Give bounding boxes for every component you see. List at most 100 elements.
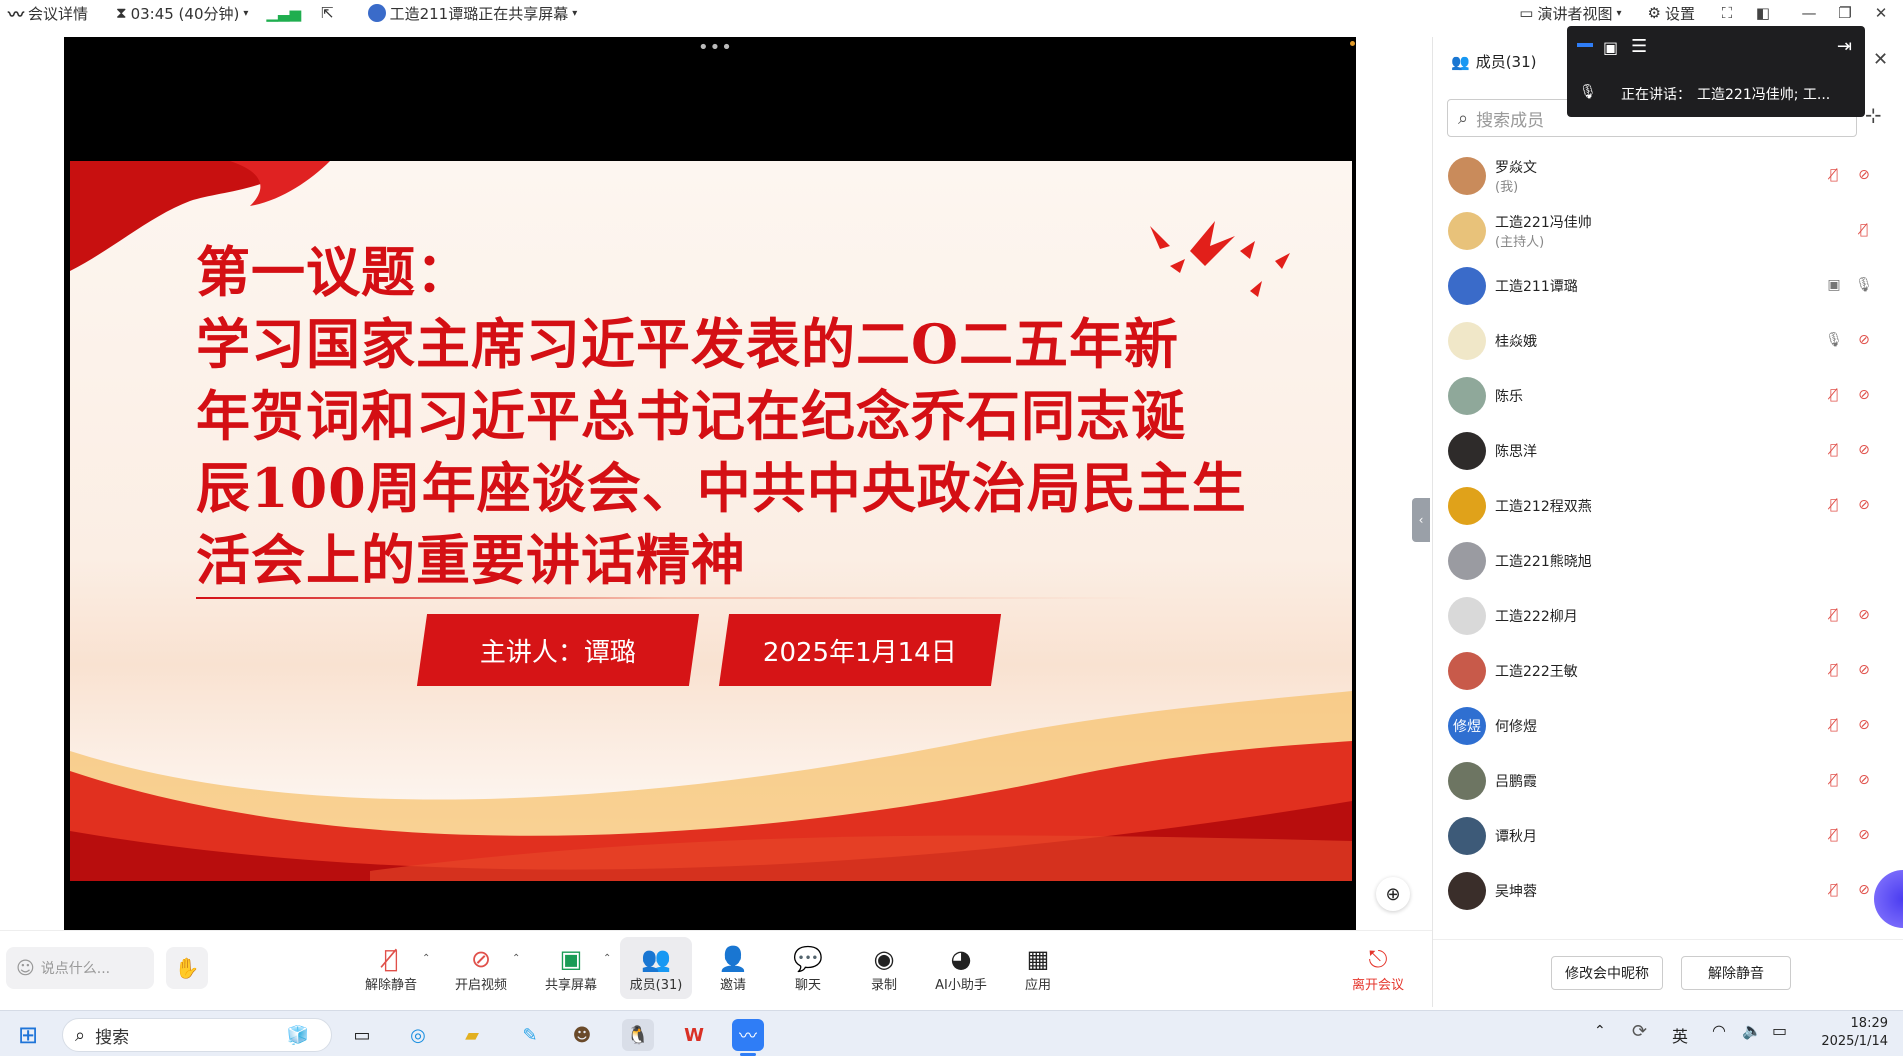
start-video-button[interactable]: ⊘ 开启视频 [445, 937, 517, 999]
apps-button[interactable]: ▦ 应用 [1002, 937, 1074, 999]
close-window-button[interactable]: ✕ [1863, 0, 1899, 26]
clock[interactable]: 18:29 2025/1/14 [1808, 1015, 1888, 1051]
unmute-all-button[interactable]: 解除静音 [1681, 956, 1791, 990]
chat-input[interactable]: ☺ 说点什么... [6, 947, 154, 989]
members-tab[interactable]: 👥 成员(31) [1451, 51, 1536, 72]
minimize-mini-icon[interactable] [1577, 43, 1593, 47]
volume-icon[interactable]: 🔈 [1742, 1021, 1762, 1040]
video-off-icon[interactable]: ⊘ [1855, 166, 1873, 184]
video-off-icon[interactable]: ⊘ [1855, 881, 1873, 899]
sharing-status[interactable]: 工造211谭璐正在共享屏幕 ▾ [367, 3, 577, 24]
member-row[interactable]: 工造221熊晓旭 [1433, 533, 1903, 588]
paint-app-icon[interactable]: ✎ [514, 1019, 546, 1051]
zoom-in-icon[interactable]: ⊕ [1376, 877, 1410, 911]
members-button[interactable]: 👥 成员(31) [620, 937, 692, 999]
shared-screen[interactable]: ••• 第一议题： 学习国家主席习近平发表的二O二五年新 年贺词和习近平总书记在… [64, 37, 1356, 930]
ime-indicator[interactable]: 英 [1672, 1023, 1688, 1047]
minimize-button[interactable]: — [1791, 0, 1827, 26]
unmute-button[interactable]: 🎙̸ 解除静音 [355, 937, 427, 999]
raise-hand-button[interactable]: ✋ [166, 947, 208, 989]
rubiks-cube-icon[interactable]: 🧊 [282, 1019, 314, 1051]
windows-start-icon[interactable]: ⊞ [12, 1019, 44, 1051]
tray-chevron-icon[interactable]: ⌃ [1594, 1023, 1606, 1039]
open-external-icon[interactable]: ⇱ [321, 4, 334, 22]
tencent-meeting-taskbar-icon[interactable]: 〰 [732, 1019, 764, 1051]
mic-muted-icon[interactable]: 🎙̸ [1825, 166, 1843, 184]
file-explorer-icon[interactable]: ▰ [456, 1019, 488, 1051]
record-button[interactable]: ◉ 录制 [848, 937, 920, 999]
member-row[interactable]: 修煜 何修煜 🎙̸ ⊘ [1433, 698, 1903, 753]
restore-button[interactable]: ❐ [1827, 0, 1863, 26]
rename-button[interactable]: 修改会中昵称 [1551, 956, 1663, 990]
mic-on-icon[interactable]: 🎙 [1855, 276, 1873, 294]
member-row[interactable]: 罗焱文 (我) 🎙̸ ⊘ [1433, 148, 1903, 203]
mic-muted-icon[interactable]: 🎙̸ [1825, 661, 1843, 679]
video-off-icon[interactable]: ⊘ [1855, 386, 1873, 404]
meeting-details-button[interactable]: 〰 会议详情 [8, 1, 88, 25]
member-row[interactable]: 工造221冯佳帅 (主持人) 🎙̸ [1433, 203, 1903, 258]
window-mini-icon[interactable]: ▣ [1603, 38, 1618, 57]
member-row[interactable]: 工造222柳月 🎙̸ ⊘ [1433, 588, 1903, 643]
qq-icon[interactable]: 🐧 [622, 1019, 654, 1051]
video-off-icon[interactable]: ⊘ [1855, 606, 1873, 624]
leave-meeting-button[interactable]: ⎋ 离开会议 [1342, 937, 1414, 999]
mic-muted-icon[interactable]: 🎙̸ [1825, 881, 1843, 899]
settings-button[interactable]: ⚙ 设置 [1648, 3, 1695, 24]
avatar [1448, 321, 1486, 360]
close-panel-icon[interactable]: ✕ [1873, 49, 1888, 70]
side-panel-toggle-icon[interactable]: ◧ [1745, 0, 1781, 26]
member-row[interactable]: 陈思洋 🎙̸ ⊘ [1433, 423, 1903, 478]
mic-muted-icon[interactable]: 🎙̸ [1825, 441, 1843, 459]
character-app-icon[interactable]: ☻ [566, 1019, 598, 1051]
mic-on-icon[interactable]: 🎙 [1825, 331, 1843, 349]
more-options-icon[interactable]: ••• [698, 37, 733, 58]
collapse-mini-icon[interactable]: ⇥ [1837, 36, 1852, 57]
task-view-icon[interactable]: ▭ [346, 1019, 378, 1051]
share-options-chevron-icon[interactable]: ⌃ [603, 953, 611, 964]
sync-icon[interactable]: ⟳ [1632, 1021, 1647, 1042]
member-row[interactable]: 吕鹏霞 🎙̸ ⊘ [1433, 753, 1903, 808]
timer[interactable]: ⧗ 03:45 (40分钟) ▾ [116, 3, 248, 24]
video-options-chevron-icon[interactable]: ⌃ [512, 953, 520, 964]
add-member-icon[interactable]: ⊹ [1865, 103, 1882, 127]
member-row[interactable]: 工造211谭璐 ▣ 🎙 [1433, 258, 1903, 313]
invite-button[interactable]: 👤 邀请 [697, 937, 769, 999]
chat-button[interactable]: 💬 聊天 [772, 937, 844, 999]
ai-assistant-button[interactable]: ◕ AI小助手 [925, 937, 997, 999]
mic-muted-icon[interactable]: 🎙̸ [1825, 716, 1843, 734]
video-off-icon[interactable]: ⊘ [1855, 661, 1873, 679]
mic-muted-icon[interactable]: 🎙̸ [1855, 221, 1873, 239]
wifi-icon[interactable]: ◠ [1712, 1021, 1726, 1040]
mic-muted-icon[interactable]: 🎙̸ [1825, 386, 1843, 404]
network-signal-icon[interactable]: ▁▃▅ [266, 4, 301, 22]
tencent-meeting-logo-icon: 〰 [8, 5, 25, 24]
speaker-view-button[interactable]: ▭ 演讲者视图 ▾ [1519, 3, 1621, 24]
member-row[interactable]: 工造222王敏 🎙̸ ⊘ [1433, 643, 1903, 698]
member-row[interactable]: 吴坤蓉 🎙̸ ⊘ [1433, 863, 1903, 918]
mic-muted-icon[interactable]: 🎙̸ [1825, 606, 1843, 624]
video-off-icon[interactable]: ⊘ [1855, 716, 1873, 734]
video-off-icon[interactable]: ⊘ [1855, 826, 1873, 844]
video-off-icon[interactable]: ⊘ [1855, 331, 1873, 349]
share-screen-button[interactable]: ▣ 共享屏幕 [535, 937, 607, 999]
avatar [1448, 651, 1486, 690]
mic-muted-icon[interactable]: 🎙̸ [1825, 826, 1843, 844]
member-row[interactable]: 陈乐 🎙̸ ⊘ [1433, 368, 1903, 423]
audio-options-chevron-icon[interactable]: ⌃ [422, 953, 430, 964]
collapse-panel-handle[interactable]: ‹ [1412, 498, 1430, 542]
mic-muted-icon[interactable]: 🎙̸ [1825, 771, 1843, 789]
edge-browser-icon[interactable]: ◎ [402, 1019, 434, 1051]
video-off-icon[interactable]: ⊘ [1855, 496, 1873, 514]
screen-share-icon: ▣ [1827, 277, 1841, 293]
video-off-icon[interactable]: ⊘ [1855, 771, 1873, 789]
fullscreen-icon[interactable]: ⛶ [1709, 0, 1745, 26]
video-off-icon[interactable]: ⊘ [1855, 441, 1873, 459]
battery-icon[interactable]: ▭ [1772, 1021, 1787, 1040]
floating-speaker-window[interactable]: ▣ ☰ ⇥ 🎙 正在讲话： 工造221冯佳帅; 工... [1567, 26, 1865, 117]
wps-icon[interactable]: W [678, 1019, 710, 1051]
member-row[interactable]: 桂焱娥 🎙 ⊘ [1433, 313, 1903, 368]
mic-muted-icon[interactable]: 🎙̸ [1825, 496, 1843, 514]
list-mini-icon[interactable]: ☰ [1631, 36, 1647, 57]
member-row[interactable]: 工造212程双燕 🎙̸ ⊘ [1433, 478, 1903, 533]
member-row[interactable]: 谭秋月 🎙̸ ⊘ [1433, 808, 1903, 863]
